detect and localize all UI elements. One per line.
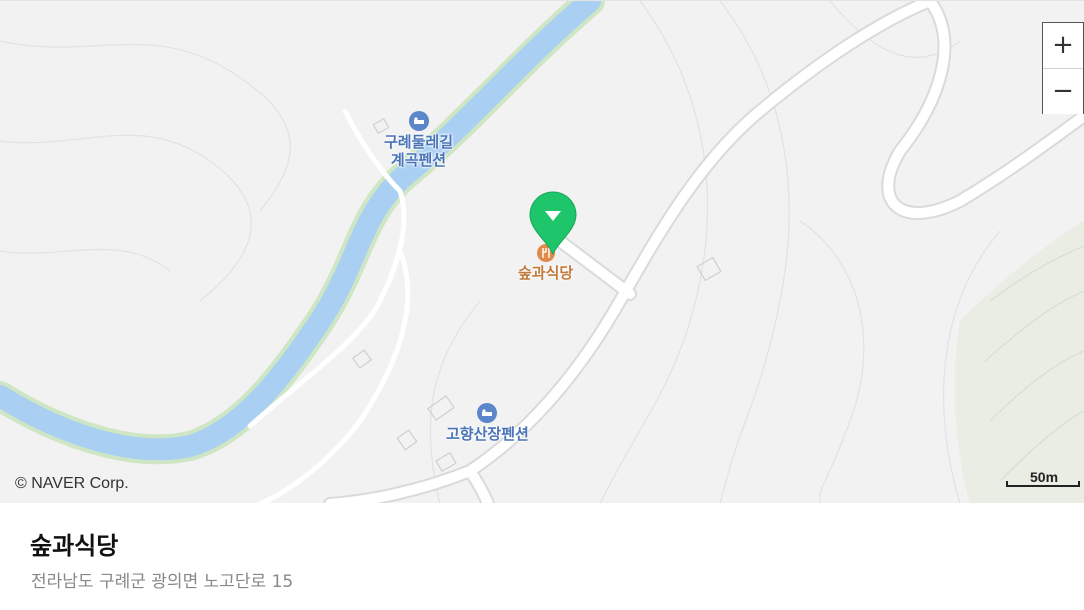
map-scale: 50m	[1004, 467, 1084, 491]
zoom-in-button[interactable]: +	[1043, 23, 1083, 68]
poi-pension-1[interactable]: 구례둘레길 계곡펜션	[384, 111, 453, 169]
poi-label: 고향산장펜션	[446, 425, 529, 443]
map-copyright[interactable]: © NAVER Corp.	[15, 475, 129, 493]
zoom-control: + −	[1042, 22, 1084, 114]
poi-label-line-2: 계곡펜션	[390, 151, 447, 169]
lodging-icon	[477, 403, 498, 423]
lodging-icon	[408, 111, 429, 131]
zoom-out-button[interactable]: −	[1043, 69, 1083, 114]
scale-bar	[1006, 481, 1080, 487]
place-title: 숲과식당	[30, 532, 119, 560]
map-view[interactable]: 구례둘레길 계곡펜션 고향산장펜션 숲과식당 + − © NAVER Corp.…	[0, 0, 1084, 503]
location-pin-icon[interactable]	[528, 190, 578, 256]
poi-pension-2[interactable]: 고향산장펜션	[446, 403, 529, 443]
place-address: 전라남도 구례군 광의면 노고단로 15	[31, 572, 294, 592]
poi-label: 숲과식당	[518, 264, 574, 282]
poi-label-line-1: 구례둘레길	[384, 133, 454, 151]
